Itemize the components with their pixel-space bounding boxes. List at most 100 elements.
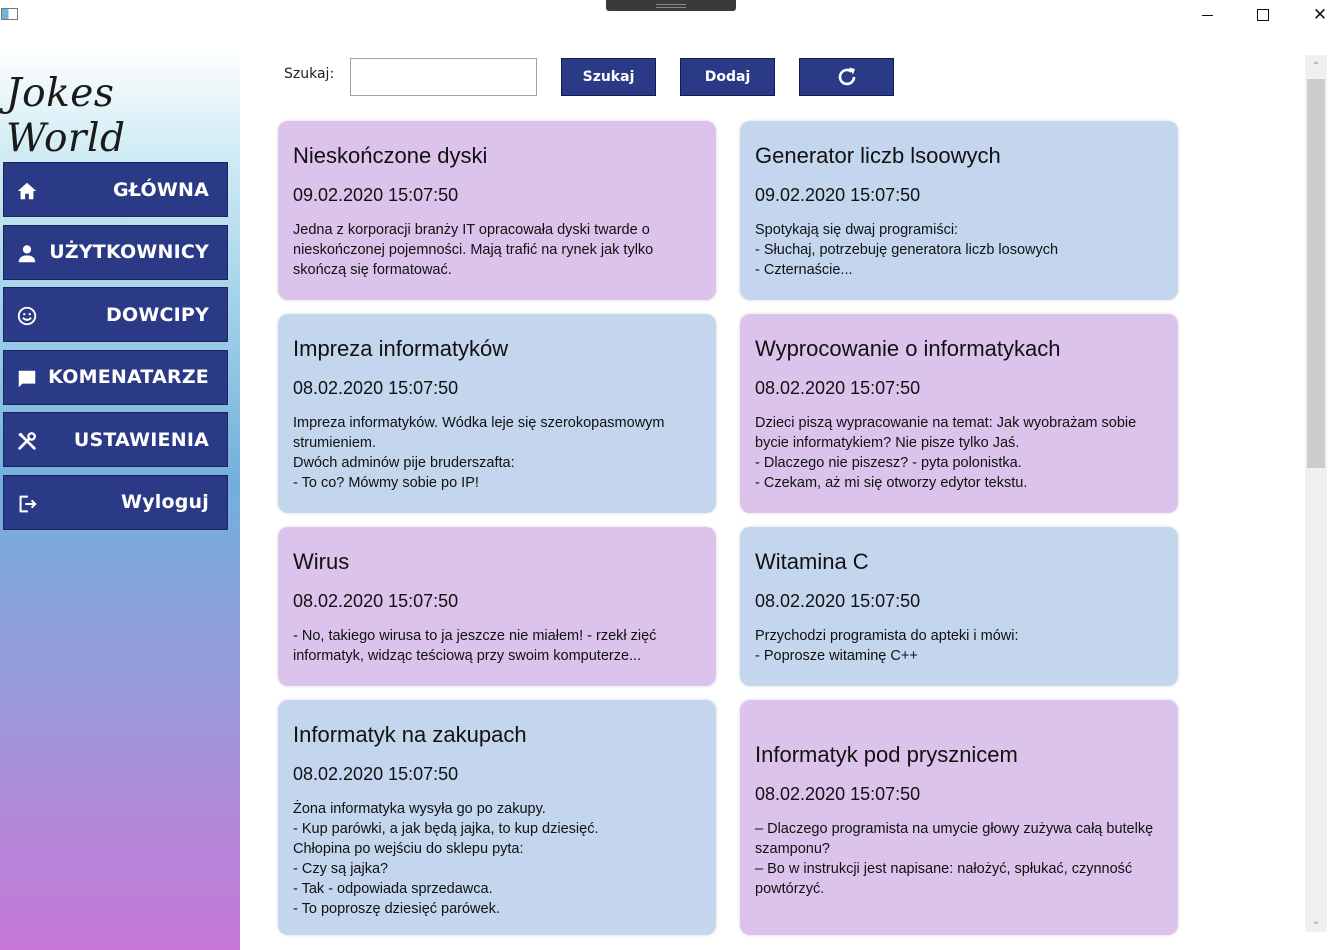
joke-title: Impreza informatyków xyxy=(293,336,509,361)
joke-date: 08.02.2020 15:07:50 xyxy=(755,591,921,611)
joke-card[interactable]: Nieskończone dyski 09.02.2020 15:07:50 J… xyxy=(278,121,716,300)
joke-line: - Czy są jajka? xyxy=(293,861,389,877)
maximize-button[interactable] xyxy=(1240,0,1286,30)
search-label: Szukaj: xyxy=(284,66,335,82)
joke-title: Informatyk pod prysznicem xyxy=(755,742,1018,767)
joke-title: Wirus xyxy=(293,549,350,574)
refresh-button[interactable] xyxy=(799,58,894,96)
joke-line: Dzieci piszą wypracowanie na temat: Jak … xyxy=(755,415,1137,431)
joke-text: Jedna z korporacji branży IT opracowała … xyxy=(293,220,701,280)
close-button[interactable]: ✕ xyxy=(1297,0,1337,30)
joke-line: Przychodzi programista do apteki i mówi: xyxy=(755,628,1019,644)
sidebar-item-label: KOMENATARZE xyxy=(48,366,209,389)
sidebar-item-glowna[interactable]: GŁÓWNA xyxy=(3,162,228,217)
joke-line: strumieniem. xyxy=(293,435,376,451)
sidebar-item-dowcipy[interactable]: DOWCIPY xyxy=(3,287,228,343)
joke-line: – Dlaczego programista na umycie głowy z… xyxy=(755,821,1154,837)
joke-line: Jedna z korporacji branży IT opracowała … xyxy=(293,222,650,238)
joke-date: 08.02.2020 15:07:50 xyxy=(755,784,921,804)
minimize-icon xyxy=(1201,14,1213,16)
app-logo: Jokes World xyxy=(6,71,126,161)
drag-handle[interactable] xyxy=(606,0,736,11)
joke-line: Dwóch adminów pije bruderszafta: xyxy=(293,455,515,471)
minimize-button[interactable] xyxy=(1184,0,1230,30)
joke-card[interactable]: Informatyk pod prysznicem 08.02.2020 15:… xyxy=(740,700,1178,935)
joke-line: - Tak - odpowiada sprzedawca. xyxy=(293,881,493,897)
joke-line: Chłopina po wejściu do sklepu pyta: xyxy=(293,841,524,857)
joke-text: Żona informatyka wysyła go po zakupy. - … xyxy=(293,799,701,919)
joke-card[interactable]: Informatyk na zakupach 08.02.2020 15:07:… xyxy=(278,700,716,935)
refresh-icon xyxy=(838,67,855,86)
joke-title: Informatyk na zakupach xyxy=(293,722,527,747)
home-icon xyxy=(17,182,37,200)
tools-icon xyxy=(18,432,36,451)
joke-line: - No, takiego wirusa to ja jeszcze nie m… xyxy=(293,628,657,644)
close-icon: ✕ xyxy=(1312,4,1328,25)
maximize-icon xyxy=(1257,9,1269,21)
comment-icon xyxy=(18,370,36,388)
joke-line: - Kup parówki, a jak będą jajka, to kup … xyxy=(293,821,599,837)
logout-icon xyxy=(19,495,37,513)
joke-text: Dzieci piszą wypracowanie na temat: Jak … xyxy=(755,413,1163,493)
sidebar: Jokes World GŁÓWNA UŻYTKOWNICY DOWCIPY K… xyxy=(0,47,240,950)
joke-text: – Dlaczego programista na umycie głowy z… xyxy=(755,819,1163,899)
joke-card[interactable]: Wyprocowanie o informatykach 08.02.2020 … xyxy=(740,314,1178,513)
sidebar-item-komentarze[interactable]: KOMENATARZE xyxy=(3,349,228,405)
joke-text: Przychodzi programista do apteki i mówi:… xyxy=(755,626,1163,666)
title-bar: ✕ xyxy=(0,0,1337,36)
joke-card[interactable]: Wirus 08.02.2020 15:07:50 - No, takiego … xyxy=(278,527,716,686)
joke-line: - Słuchaj, potrzebuję generatora liczb l… xyxy=(755,242,1059,258)
scroll-down-button[interactable]: ⌄ xyxy=(1305,910,1327,932)
smiley-icon xyxy=(17,307,37,326)
joke-card[interactable]: Impreza informatyków 08.02.2020 15:07:50… xyxy=(278,314,716,513)
joke-line: skończą się formatować. xyxy=(293,262,452,278)
sidebar-nav: GŁÓWNA UŻYTKOWNICY DOWCIPY KOMENATARZE U… xyxy=(3,162,228,538)
app-icon xyxy=(1,8,18,20)
sidebar-item-ustawienia[interactable]: USTAWIENIA xyxy=(3,412,228,468)
joke-line: Żona informatyka wysyła go po zakupy. xyxy=(293,801,546,817)
joke-text: Impreza informatyków. Wódka leje się sze… xyxy=(293,413,701,493)
sidebar-item-wyloguj[interactable]: Wyloguj xyxy=(3,474,228,530)
joke-line: Impreza informatyków. Wódka leje się sze… xyxy=(293,415,665,431)
sidebar-item-label: GŁÓWNA xyxy=(112,178,209,201)
joke-line: – Bo w instrukcji jest napisane: nałożyć… xyxy=(755,861,1133,877)
add-button[interactable]: Dodaj xyxy=(680,58,775,96)
joke-line: powtórzyć. xyxy=(755,881,825,897)
joke-line: bycie informatykiem? Nie pisze tylko Jaś… xyxy=(755,435,1020,451)
joke-line: Spotykają się dwaj programiści: xyxy=(755,222,959,238)
joke-date: 08.02.2020 15:07:50 xyxy=(755,378,921,398)
joke-date: 09.02.2020 15:07:50 xyxy=(755,185,921,205)
joke-line: nieskończonej pojemności. Mają trafić na… xyxy=(293,242,654,258)
joke-line: szamponu? xyxy=(755,841,830,857)
search-input[interactable] xyxy=(350,58,537,96)
joke-text: Spotykają się dwaj programiści: - Słucha… xyxy=(755,220,1163,280)
chevron-up-icon: ⌃ xyxy=(1311,60,1321,72)
joke-title: Nieskończone dyski xyxy=(293,143,488,168)
joke-line: - Czternaście... xyxy=(755,262,853,278)
joke-text: - No, takiego wirusa to ja jeszcze nie m… xyxy=(293,626,701,666)
joke-line: - Dlaczego nie piszesz? - pyta polonistk… xyxy=(755,455,1022,471)
joke-date: 09.02.2020 15:07:50 xyxy=(293,185,459,205)
scroll-up-button[interactable]: ⌃ xyxy=(1305,55,1327,77)
joke-date: 08.02.2020 15:07:50 xyxy=(293,378,459,398)
joke-card[interactable]: Witamina C 08.02.2020 15:07:50 Przychodz… xyxy=(740,527,1178,686)
sidebar-item-uzytkownicy[interactable]: UŻYTKOWNICY xyxy=(3,224,228,280)
joke-line: - Czekam, aż mi się otworzy edytor tekst… xyxy=(755,475,1028,491)
joke-title: Wyprocowanie o informatykach xyxy=(755,336,1061,361)
joke-line: informatyk, widząc teściową przy swoim k… xyxy=(293,648,642,664)
sidebar-item-label: UŻYTKOWNICY xyxy=(49,241,209,264)
joke-date: 08.02.2020 15:07:50 xyxy=(293,591,459,611)
joke-line: - To poproszę dziesięć parówek. xyxy=(293,901,500,917)
joke-card[interactable]: Generator liczb lsoowych 09.02.2020 15:0… xyxy=(740,121,1178,300)
chevron-down-icon: ⌄ xyxy=(1311,915,1321,927)
vertical-scrollbar[interactable]: ⌃ ⌄ xyxy=(1305,55,1327,932)
joke-line: - To co? Mówmy sobie po IP! xyxy=(293,475,479,491)
joke-title: Witamina C xyxy=(755,549,869,574)
sidebar-item-label: USTAWIENIA xyxy=(73,428,209,451)
scroll-thumb[interactable] xyxy=(1307,79,1325,468)
joke-date: 08.02.2020 15:07:50 xyxy=(293,764,459,784)
joke-line: - Poprosze witaminę C++ xyxy=(755,648,918,664)
search-button[interactable]: Szukaj xyxy=(561,58,656,96)
joke-title: Generator liczb lsoowych xyxy=(755,143,1001,168)
user-icon xyxy=(18,244,36,262)
